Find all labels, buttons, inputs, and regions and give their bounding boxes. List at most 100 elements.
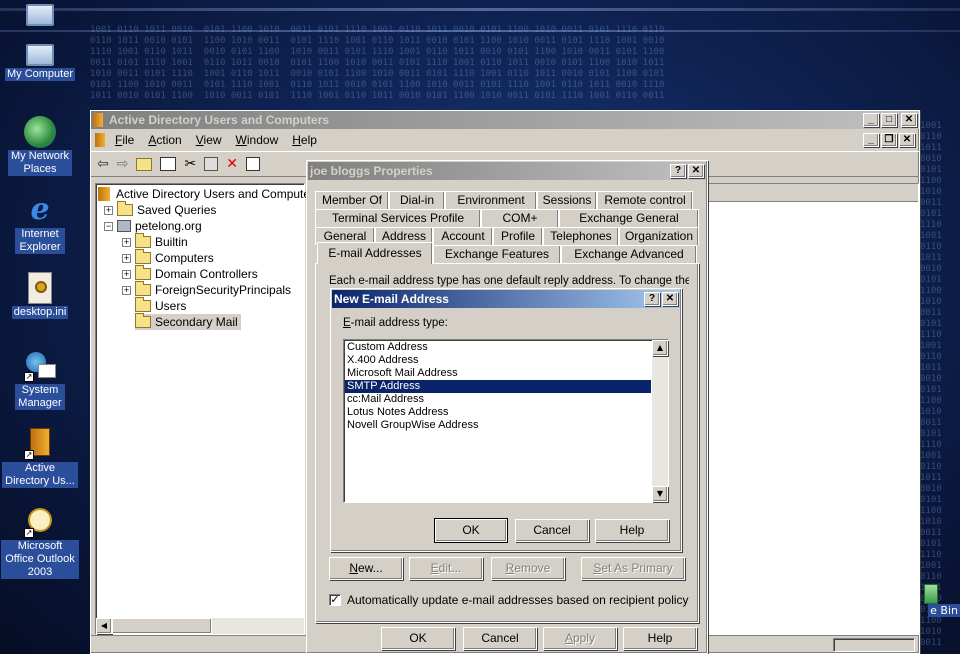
desktop-icon-system-manager[interactable]: ↗ System Manager [0,350,80,410]
tab-remote-control[interactable]: Remote control [597,191,693,209]
properties-icon[interactable] [245,157,260,171]
desktop-icon-top[interactable] [0,0,80,26]
menu-help[interactable]: Help [292,133,317,147]
child-restore-button[interactable]: ❐ [881,133,897,147]
menu-view[interactable]: View [196,133,222,147]
properties-apply-button[interactable]: Apply [543,627,617,650]
tab-account[interactable]: Account [433,227,493,245]
copy-icon[interactable] [204,157,219,171]
tab-environment[interactable]: Environment [445,191,537,209]
desktop-icon-my-computer[interactable]: My Computer [0,40,80,81]
menu-file[interactable]: File [115,133,134,147]
tree-node-root[interactable]: Active Directory Users and Computers [98,186,320,202]
tab-email-addresses[interactable]: E-mail Addresses [317,242,433,264]
folder-icon [135,281,151,296]
forward-arrow-icon[interactable]: ⇨ [117,156,129,172]
tree-horizontal-scrollbar[interactable]: ◀ [96,618,304,634]
folder-icon [135,233,151,248]
tab-member-of[interactable]: Member Of [315,191,389,209]
tab-exchange-general[interactable]: Exchange General [559,209,699,227]
cut-icon[interactable]: ✂ [184,156,196,172]
desktop-icon-label: e Bin [928,604,960,617]
properties-help-button[interactable]: Help [623,627,697,650]
tree-node-users[interactable]: Users [135,297,186,314]
desktop-icon-label: My Computer [4,68,76,81]
show-hide-tree-icon[interactable] [160,157,177,171]
menu-action[interactable]: Action [148,133,181,147]
remove-address-button[interactable]: Remove [491,557,565,580]
desktop-icon-label: Internet Explorer [15,228,65,254]
tree-node-builtin[interactable]: + Builtin [122,233,188,250]
tab-telephones[interactable]: Telephones [543,227,619,245]
desktop-matrix-pattern: 1001 0110 1011 0010 0101 1100 1010 0011 … [90,25,665,101]
desktop-icon-my-network-places[interactable]: My Network Places [0,116,80,176]
list-item[interactable]: Microsoft Mail Address [345,367,651,380]
desktop-icon-recycle-bin[interactable]: e Bin [918,584,960,617]
tree-node-secondary-mail[interactable]: Secondary Mail [135,313,241,330]
tab-exchange-features[interactable]: Exchange Features [433,245,561,263]
auto-update-row[interactable]: ✓ Automatically update e-mail addresses … [329,593,689,607]
close-button[interactable]: ✕ [688,164,704,178]
scroll-up-button[interactable]: ▲ [652,340,668,356]
list-vertical-scrollbar[interactable]: ▲ ▼ [652,340,668,502]
new-email-dialog: New E-mail Address ? ✕ E-mail address ty… [330,288,682,552]
internet-explorer-icon: e [30,192,50,227]
tab-dial-in[interactable]: Dial-in [389,191,445,209]
tree-node-computers[interactable]: + Computers [122,249,214,266]
tab-organization[interactable]: Organization [619,227,699,245]
list-item[interactable]: X.400 Address [345,354,651,367]
menu-window[interactable]: Window [236,133,279,147]
help-button[interactable]: ? [670,164,686,178]
tree-node-saved-queries[interactable]: + Saved Queries [104,201,216,218]
close-button[interactable]: ✕ [901,113,917,127]
delete-icon[interactable]: ✕ [226,156,238,172]
folder-icon [135,297,151,312]
scroll-thumb[interactable] [112,618,212,634]
new-address-button[interactable]: New... [329,557,403,580]
new-email-ok-button[interactable]: OK [434,518,508,543]
new-email-title-bar[interactable]: New E-mail Address ? ✕ [332,290,680,308]
tree-node-domain[interactable]: − petelong.org [104,218,202,234]
tab-com-plus[interactable]: COM+ [481,209,559,227]
tab-exchange-advanced[interactable]: Exchange Advanced [561,245,697,263]
up-folder-icon[interactable] [136,157,153,171]
list-item[interactable]: Novell GroupWise Address [345,419,651,432]
desktop-icon-outlook[interactable]: ↗ Microsoft Office Outlook 2003 [0,506,80,579]
properties-title-bar[interactable]: joe bloggs Properties ? ✕ [308,162,706,180]
active-directory-app-icon [98,187,110,201]
auto-update-checkbox[interactable]: ✓ [329,594,341,606]
scroll-down-button[interactable]: ▼ [652,486,668,502]
desktop-icon-internet-explorer[interactable]: e Internet Explorer [0,194,80,254]
desktop-icon-active-directory[interactable]: ↗ Active Directory Us... [0,428,80,488]
properties-cancel-button[interactable]: Cancel [463,627,537,650]
minimize-button[interactable]: _ [863,113,879,127]
new-email-cancel-button[interactable]: Cancel [515,519,589,542]
child-close-button[interactable]: ✕ [899,133,915,147]
properties-ok-button[interactable]: OK [381,627,455,650]
edit-address-button[interactable]: Edit... [409,557,483,580]
auto-update-label: Automatically update e-mail addresses ba… [347,593,689,607]
aduc-title-bar[interactable]: Active Directory Users and Computers _ □… [91,111,919,129]
tab-terminal-services-profile[interactable]: Terminal Services Profile [315,209,481,227]
tree-node-foreign-security-principals[interactable]: + ForeignSecurityPrincipals [122,281,291,298]
set-as-primary-button[interactable]: Set As Primary [581,557,685,580]
list-item-selected[interactable]: SMTP Address [345,380,651,393]
tab-sessions[interactable]: Sessions [537,191,597,209]
list-item[interactable]: cc:Mail Address [345,393,651,406]
list-item[interactable]: Lotus Notes Address [345,406,651,419]
email-type-list[interactable]: Custom Address X.400 Address Microsoft M… [343,339,669,503]
tree-node-domain-controllers[interactable]: + Domain Controllers [122,265,258,282]
recycle-bin-icon [924,584,938,604]
scroll-left-button[interactable]: ◀ [96,618,112,634]
maximize-button[interactable]: □ [881,113,897,127]
back-arrow-icon[interactable]: ⇦ [97,156,109,172]
new-email-help-button[interactable]: Help [595,519,669,542]
tree-pane: Active Directory Users and Computers + Sa… [95,183,320,635]
list-item[interactable]: Custom Address [345,341,651,354]
collapse-icon: − [104,220,113,231]
help-button[interactable]: ? [644,292,660,306]
close-button[interactable]: ✕ [662,292,678,306]
tab-profile[interactable]: Profile [493,227,543,245]
desktop-icon-desktop-ini[interactable]: desktop.ini [0,272,80,319]
child-minimize-button[interactable]: _ [863,133,879,147]
